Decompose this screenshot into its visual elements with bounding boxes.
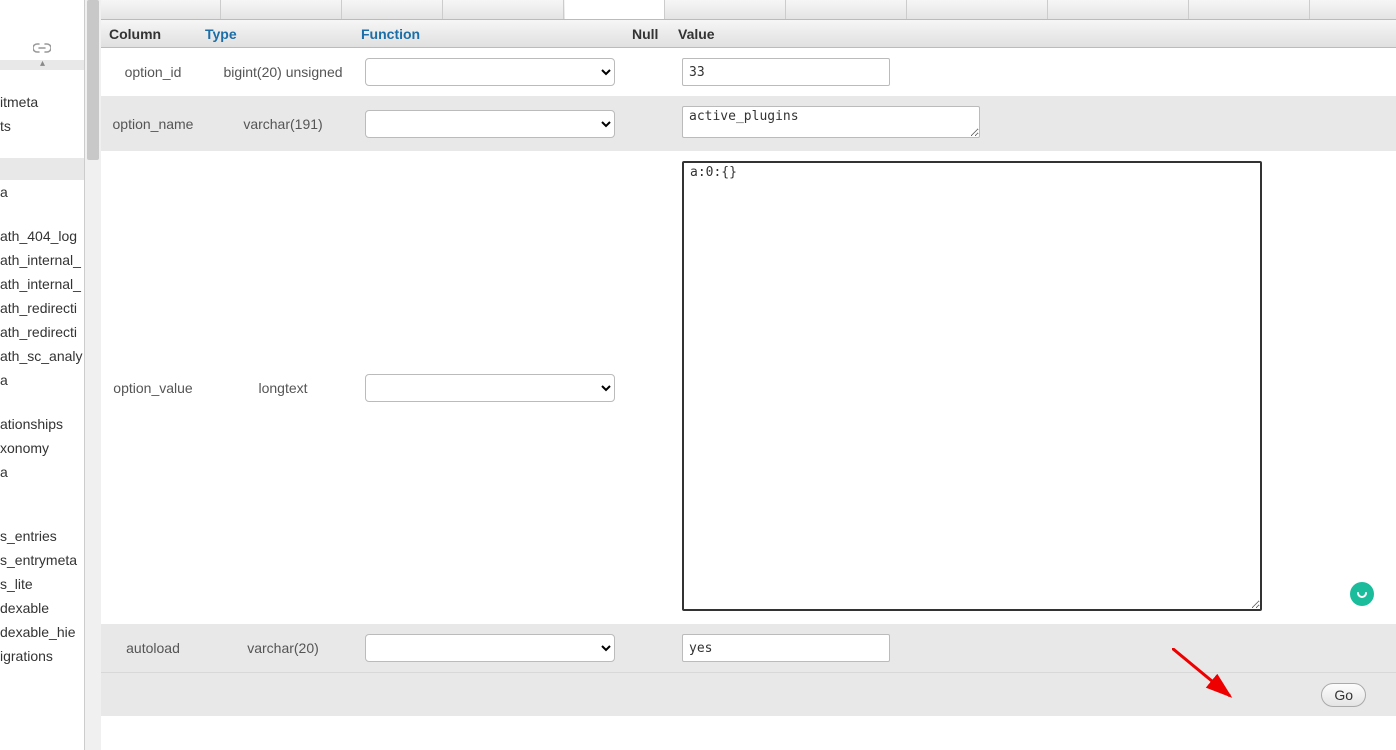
table-row: option_idbigint(20) unsigned xyxy=(101,48,1396,96)
column-type: varchar(20) xyxy=(205,640,361,656)
sidebar-item[interactable]: dexable xyxy=(0,596,84,620)
header-value: Value xyxy=(678,26,1396,42)
sidebar-item[interactable]: a xyxy=(0,180,84,204)
tabs-strip xyxy=(101,0,1396,20)
column-type: bigint(20) unsigned xyxy=(205,64,361,80)
go-button[interactable]: Go xyxy=(1321,683,1366,707)
sidebar-item[interactable]: itmeta xyxy=(0,90,84,114)
sidebar-item[interactable]: s_lite xyxy=(0,572,84,596)
sidebar-item[interactable]: ts xyxy=(0,114,84,138)
column-name: option_value xyxy=(101,380,205,396)
table-header: Column Type Function Null Value xyxy=(101,20,1396,48)
sidebar-item[interactable]: ath_sc_analy xyxy=(0,344,84,368)
function-select[interactable] xyxy=(365,110,615,138)
sidebar-item[interactable]: ath_internal_ xyxy=(0,272,84,296)
form-table: option_idbigint(20) unsignedoption_namev… xyxy=(101,48,1396,672)
header-null: Null xyxy=(632,26,678,42)
tab[interactable] xyxy=(101,0,221,19)
sidebar-item[interactable]: ath_redirecti xyxy=(0,320,84,344)
tab[interactable] xyxy=(444,0,564,19)
sidebar-item[interactable]: ath_redirecti xyxy=(0,296,84,320)
sidebar-item[interactable]: a xyxy=(0,368,84,392)
header-column: Column xyxy=(101,26,205,42)
value-input[interactable] xyxy=(682,161,1262,611)
sidebar-item[interactable]: ationships xyxy=(0,412,84,436)
main-panel: Column Type Function Null Value option_i… xyxy=(101,0,1396,750)
tab[interactable] xyxy=(343,0,443,19)
sidebar-item[interactable]: igrations xyxy=(0,644,84,668)
function-select[interactable] xyxy=(365,634,615,662)
value-input[interactable] xyxy=(682,634,890,662)
sidebar-item[interactable]: xonomy xyxy=(0,436,84,460)
table-row: option_valuelongtext xyxy=(101,151,1396,624)
tab[interactable] xyxy=(1049,0,1189,19)
sidebar-item[interactable]: dexable_hie xyxy=(0,620,84,644)
tab[interactable] xyxy=(908,0,1048,19)
column-name: option_name xyxy=(101,116,205,132)
sidebar-item[interactable]: ath_404_log xyxy=(0,224,84,248)
status-indicator-icon xyxy=(1350,582,1374,606)
table-row: option_namevarchar(191) xyxy=(101,96,1396,151)
column-type: longtext xyxy=(205,380,361,396)
column-type: varchar(191) xyxy=(205,116,361,132)
sidebar-item[interactable]: s_entrymeta xyxy=(0,548,84,572)
tab-active[interactable] xyxy=(565,0,665,19)
sidebar-scroll-up[interactable]: ▴ xyxy=(0,60,85,70)
sidebar: ▴ itmetatsaath_404_logath_internal_ath_i… xyxy=(0,0,85,750)
function-select[interactable] xyxy=(365,58,615,86)
sidebar-item[interactable]: s_entries xyxy=(0,524,84,548)
sidebar-item[interactable]: a xyxy=(0,460,84,484)
tab[interactable] xyxy=(222,0,342,19)
column-name: autoload xyxy=(101,640,205,656)
header-function[interactable]: Function xyxy=(361,26,632,42)
sidebar-item-selected[interactable] xyxy=(0,158,84,180)
header-type[interactable]: Type xyxy=(205,26,361,42)
go-row: Go xyxy=(101,672,1396,716)
function-select[interactable] xyxy=(365,374,615,402)
table-row: autoloadvarchar(20) xyxy=(101,624,1396,672)
tab[interactable] xyxy=(666,0,786,19)
value-input[interactable] xyxy=(682,58,890,86)
link-icon xyxy=(33,40,51,50)
sidebar-item[interactable]: ath_internal_ xyxy=(0,248,84,272)
tab[interactable] xyxy=(1190,0,1310,19)
column-name: option_id xyxy=(101,64,205,80)
sidebar-list: itmetatsaath_404_logath_internal_ath_int… xyxy=(0,70,84,668)
scrollbar-thumb[interactable] xyxy=(87,0,99,160)
value-input[interactable] xyxy=(682,106,980,138)
tab[interactable] xyxy=(787,0,907,19)
sidebar-scrollbar[interactable] xyxy=(85,0,101,750)
